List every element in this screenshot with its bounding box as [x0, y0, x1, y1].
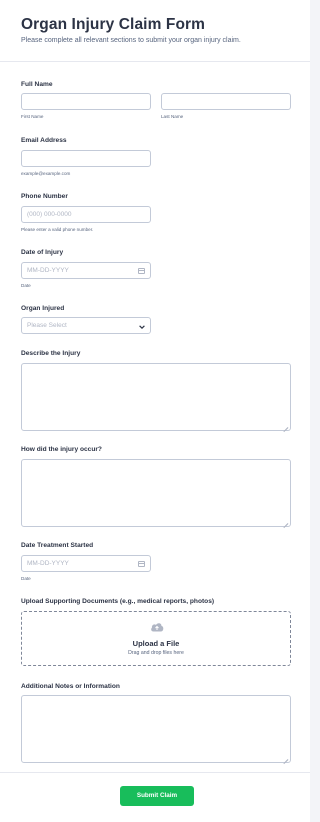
first-name-sublabel: First Name	[21, 114, 44, 119]
calendar-icon[interactable]	[138, 561, 145, 567]
upload-title: Upload a File	[132, 639, 180, 648]
upload-subtitle: Drag and drop files here	[128, 650, 184, 656]
first-name-field[interactable]	[21, 93, 151, 110]
submit-button[interactable]: Submit Claim	[120, 786, 194, 806]
calendar-icon[interactable]	[138, 268, 145, 274]
upload-label: Upload Supporting Documents (e.g., medic…	[21, 598, 215, 605]
phone-field[interactable]: (000) 000-0000	[21, 206, 151, 223]
additional-notes-label: Additional Notes or Information	[21, 683, 120, 690]
resize-handle-icon[interactable]	[283, 423, 288, 428]
how-occurred-label: How did the injury occur?	[21, 446, 102, 453]
treatment-date-field[interactable]: MM-DD-YYYY	[21, 555, 151, 572]
additional-notes-textarea[interactable]	[21, 695, 291, 763]
organ-injured-select[interactable]: Please Select	[21, 317, 151, 334]
form-header: Organ Injury Claim Form Please complete …	[0, 0, 310, 62]
last-name-field[interactable]	[161, 93, 291, 110]
cloud-upload-icon	[150, 619, 164, 632]
email-sublabel: example@example.com	[21, 171, 71, 176]
date-of-injury-field[interactable]: MM-DD-YYYY	[21, 262, 151, 279]
date-of-injury-placeholder: MM-DD-YYYY	[27, 267, 69, 274]
date-of-injury-label: Date of Injury	[21, 249, 64, 256]
phone-label: Phone Number	[21, 193, 68, 200]
describe-injury-textarea[interactable]	[21, 363, 291, 431]
organ-injured-selected: Please Select	[27, 322, 67, 329]
organ-injured-label: Organ Injured	[21, 305, 65, 312]
email-label: Email Address	[21, 137, 67, 144]
treatment-date-placeholder: MM-DD-YYYY	[27, 560, 69, 567]
resize-handle-icon[interactable]	[283, 519, 288, 524]
last-name-sublabel: Last Name	[161, 114, 184, 119]
page-subtitle: Please complete all relevant sections to…	[21, 37, 241, 44]
phone-placeholder: (000) 000-0000	[27, 211, 72, 218]
page-title: Organ Injury Claim Form	[21, 16, 206, 33]
how-occurred-textarea[interactable]	[21, 459, 291, 527]
resize-handle-icon[interactable]	[283, 755, 288, 760]
describe-injury-label: Describe the Injury	[21, 350, 81, 357]
full-name-label: Full Name	[21, 81, 53, 88]
phone-sublabel: Please enter a valid phone number.	[21, 227, 94, 232]
form-page: Organ Injury Claim Form Please complete …	[0, 0, 310, 822]
date-of-injury-sublabel: Date	[21, 283, 31, 288]
treatment-date-sublabel: Date	[21, 576, 31, 581]
email-field[interactable]	[21, 150, 151, 167]
treatment-date-label: Date Treatment Started	[21, 542, 94, 549]
form-footer: Submit Claim	[0, 772, 310, 822]
chevron-down-icon	[139, 321, 145, 337]
upload-dropzone[interactable]: Upload a File Drag and drop files here	[21, 611, 291, 666]
